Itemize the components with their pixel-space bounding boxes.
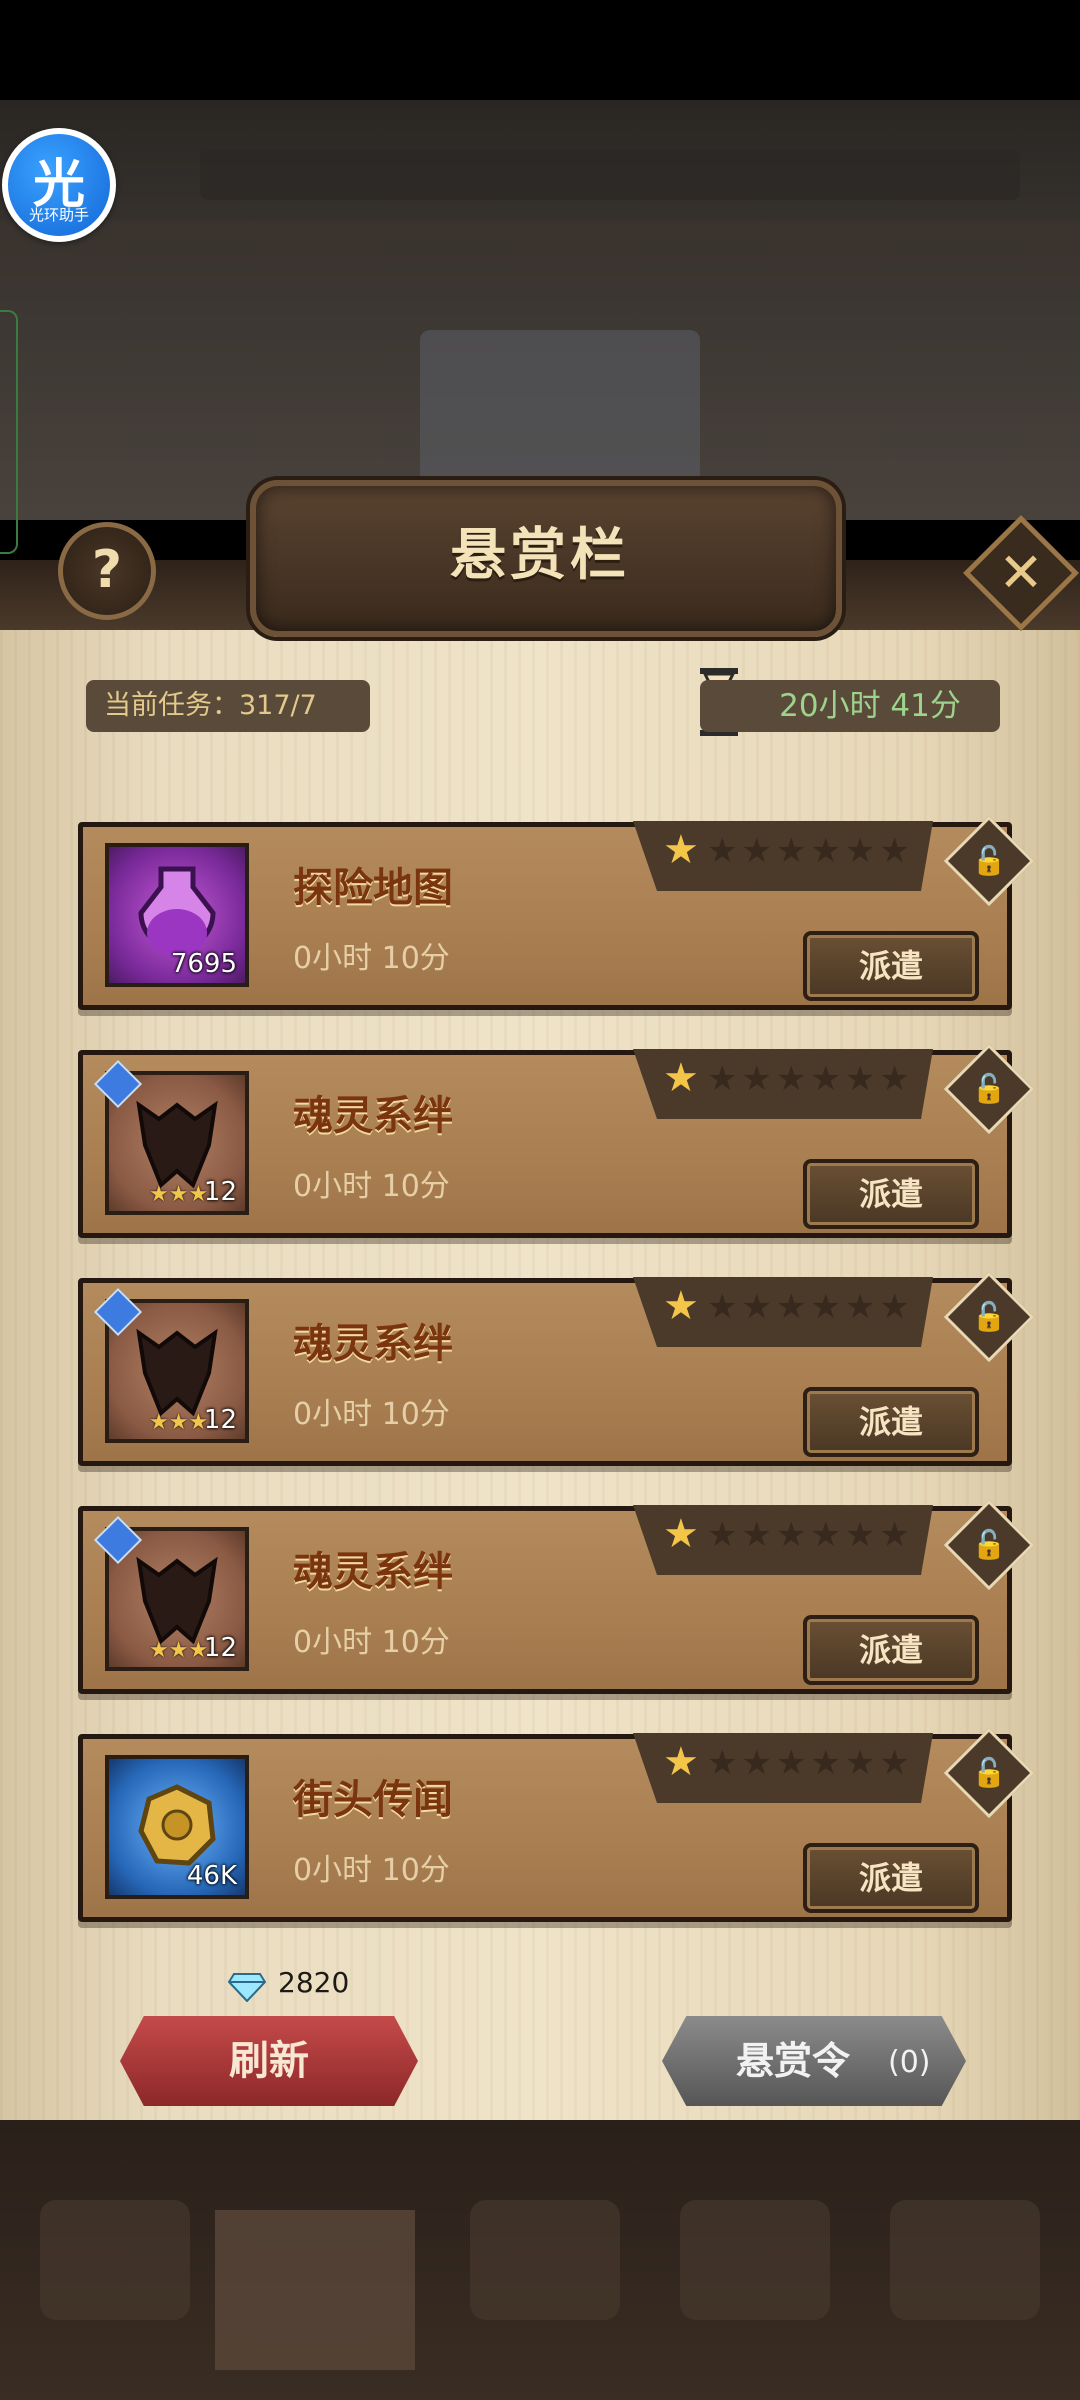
dispatch-button[interactable]: 派遣 [803,931,979,1001]
coin-icon[interactable]: 46K [105,1755,249,1899]
star-icon: ★ [663,1283,699,1329]
nav-slot[interactable] [470,2200,620,2320]
item-count: 12 [203,1633,237,1663]
dispatch-button[interactable]: 派遣 [803,1843,979,1913]
bottom-nav [0,2120,1080,2400]
bounty-card: ★★★ 12 魂灵系绊 0小时 10分 ★ ★★★★★★ 🔓 派遣 [78,1271,1035,1466]
background-scene [0,100,1080,530]
soul-bond-icon[interactable]: ★★★ 12 [93,1287,249,1443]
item-stars: ★★★ [149,1638,209,1663]
bounty-duration: 0小时 10分 [293,1625,450,1660]
help-button[interactable]: ? [58,522,156,620]
star-rating: ★ ★★★★★★ [633,1049,933,1119]
star-rating: ★ ★★★★★★ [633,1277,933,1347]
bounty-token-label: 悬赏令 [736,2039,851,2083]
bounty-card: ★★★ 12 魂灵系绊 0小时 10分 ★ ★★★★★★ 🔓 派遣 [78,1043,1035,1238]
nav-slot[interactable] [680,2200,830,2320]
nav-slot[interactable] [890,2200,1040,2320]
status-bar-area [0,0,1080,100]
star-rating: ★ ★★★★★★ [633,821,933,891]
side-tab-handle[interactable] [0,310,18,554]
lock-icon: 🔓 [971,1528,1007,1561]
star-icon: ★ [663,1739,699,1785]
bounty-name: 魂灵系绊 [293,1093,453,1139]
bounty-card: 46K 街头传闻 0小时 10分 ★ ★★★★★★ 🔓 派遣 [78,1727,1035,1922]
refresh-timer: 20小时 41分 [700,680,1000,732]
item-count: 7695 [170,949,237,979]
star-icon: ★ [663,1511,699,1557]
star-icon: ★ [663,827,699,873]
nav-slot-selected[interactable] [215,2210,415,2370]
star-rating: ★ ★★★★★★ [633,1505,933,1575]
dispatch-button[interactable]: 派遣 [803,1615,979,1685]
bounty-name: 魂灵系绊 [293,1549,453,1595]
lock-icon: 🔓 [971,844,1007,877]
lock-icon: 🔓 [971,1300,1007,1333]
item-stars: ★★★ [149,1410,209,1435]
bounty-duration: 0小时 10分 [293,1397,450,1432]
close-icon: ✕ [998,541,1044,604]
item-count: 12 [203,1405,237,1435]
refresh-button[interactable]: 刷新 [120,2016,418,2106]
star-icon: ★ [663,1055,699,1101]
bounty-card: 7695 探险地图 0小时 10分 ★ ★★★★★★ 🔓 派遣 [78,815,1035,1010]
bounty-name: 街头传闻 [293,1777,453,1823]
bounty-duration: 0小时 10分 [293,941,450,976]
page-title: 悬赏栏 [450,523,630,588]
lock-icon: 🔓 [971,1072,1007,1105]
gem-balance: 2820 [278,1966,350,1999]
bounty-card: ★★★ 12 魂灵系绊 0小时 10分 ★ ★★★★★★ 🔓 派遣 [78,1499,1035,1694]
diamond-icon [228,1973,266,2002]
nav-slot[interactable] [40,2200,190,2320]
current-task-indicator: 当前任务：317/7 [86,680,370,732]
bounty-token-count: (0) [888,2045,931,2080]
bounty-duration: 0小时 10分 [293,1169,450,1204]
bounty-name: 魂灵系绊 [293,1321,453,1367]
potion-icon[interactable]: 7695 [105,843,249,987]
bounty-token-button[interactable]: 悬赏令 (0) [662,2016,966,2106]
dispatch-button[interactable]: 派遣 [803,1387,979,1457]
assistant-label: 光环助手 [28,206,89,224]
bounty-duration: 0小时 10分 [293,1853,450,1888]
lock-icon: 🔓 [971,1756,1007,1789]
dispatch-button[interactable]: 派遣 [803,1159,979,1229]
item-count: 12 [203,1177,237,1207]
bounty-name: 探险地图 [293,865,453,911]
soul-bond-icon[interactable]: ★★★ 12 [93,1515,249,1671]
item-stars: ★★★ [149,1182,209,1207]
soul-bond-icon[interactable]: ★★★ 12 [93,1059,249,1215]
star-rating: ★ ★★★★★★ [633,1733,933,1803]
assistant-badge[interactable]: 光 光环助手 [2,128,116,242]
item-count: 46K [186,1861,237,1891]
